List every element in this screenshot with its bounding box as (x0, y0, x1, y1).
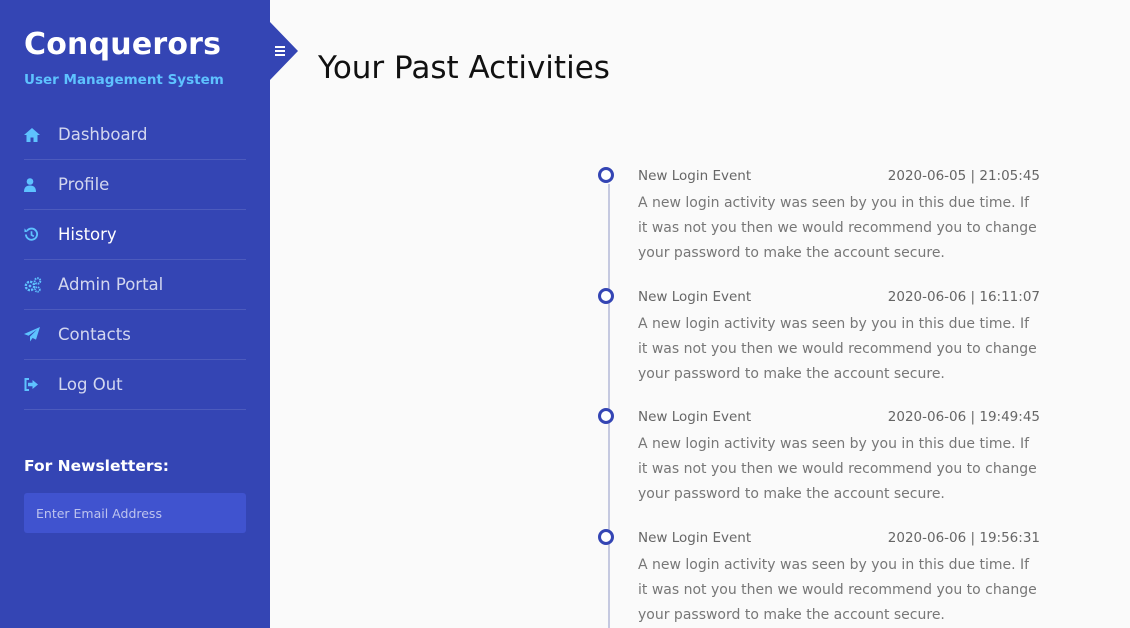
cogs-icon (24, 276, 46, 294)
newsletter-title: For Newsletters: (24, 457, 169, 475)
sidebar-item-log-out[interactable]: Log Out (24, 360, 246, 410)
event-title: New Login Event (638, 289, 752, 305)
event-description: A new login activity was seen by you in … (638, 436, 1037, 502)
event-timestamp: 2020-06-06 | 19:56:31 (887, 530, 1040, 546)
sidebar: Conquerors User Management System Dashbo… (0, 0, 270, 628)
timeline-dot (598, 288, 614, 304)
sidebar-item-label: History (58, 225, 117, 244)
brand-title[interactable]: Conquerors (24, 27, 221, 62)
event-description: A new login activity was seen by you in … (638, 557, 1037, 623)
brand-subtitle: User Management System (24, 72, 224, 88)
sidebar-item-history[interactable]: History (24, 210, 246, 260)
sidebar-item-dashboard[interactable]: Dashboard (24, 110, 246, 160)
sidebar-item-label: Dashboard (58, 125, 148, 144)
home-icon (24, 126, 46, 144)
sidebar-toggle-button[interactable] (270, 22, 298, 80)
history-icon (24, 226, 46, 244)
sidebar-item-label: Admin Portal (58, 275, 164, 294)
event-description: A new login activity was seen by you in … (638, 316, 1037, 382)
event-description: A new login activity was seen by you in … (638, 195, 1037, 261)
event-timestamp: 2020-06-06 | 19:49:45 (887, 409, 1040, 425)
timeline-dot (598, 529, 614, 545)
sidebar-item-admin-portal[interactable]: Admin Portal (24, 260, 246, 310)
event-title: New Login Event (638, 530, 752, 546)
user-icon (24, 176, 46, 194)
page-title: Your Past Activities (318, 50, 610, 86)
timeline-dot (598, 408, 614, 424)
timeline-line (608, 184, 610, 628)
sidebar-item-label: Profile (58, 175, 110, 194)
event-timestamp: 2020-06-05 | 21:05:45 (887, 168, 1040, 184)
sidebar-item-profile[interactable]: Profile (24, 160, 246, 210)
sidebar-item-label: Contacts (58, 325, 131, 344)
paper-plane-icon (24, 326, 46, 344)
sidebar-item-label: Log Out (58, 375, 123, 394)
event-timestamp: 2020-06-06 | 16:11:07 (887, 289, 1040, 305)
timeline-dot (598, 167, 614, 183)
newsletter-email-input[interactable] (24, 493, 246, 533)
sidebar-nav: Dashboard Profile History Admin Portal C… (24, 110, 246, 410)
event-title: New Login Event (638, 409, 752, 425)
sidebar-item-contacts[interactable]: Contacts (24, 310, 246, 360)
sign-out-icon (24, 376, 46, 394)
event-title: New Login Event (638, 168, 752, 184)
menu-icon (270, 22, 298, 80)
